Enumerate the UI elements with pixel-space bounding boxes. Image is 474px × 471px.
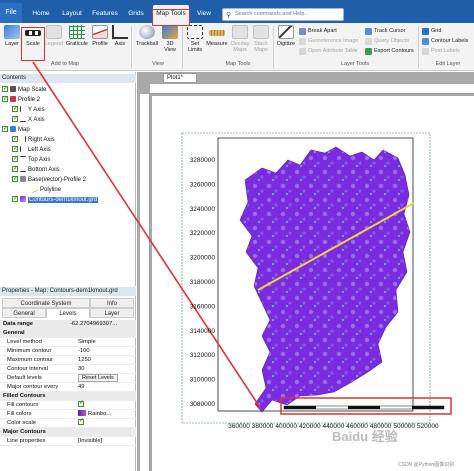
y-tick-label: 3220000 bbox=[190, 230, 216, 237]
x-tick-label: 380000 bbox=[252, 423, 274, 430]
y-tick-label: 3080000 bbox=[190, 401, 216, 408]
y-tick-label: 3140000 bbox=[190, 328, 216, 335]
x-tick-label: 420000 bbox=[299, 423, 321, 430]
y-tick-label: 3200000 bbox=[190, 255, 216, 262]
map-scale-bar[interactable] bbox=[283, 405, 445, 410]
y-tick-label: 3240000 bbox=[190, 206, 216, 213]
y-tick-label: 3280000 bbox=[190, 157, 216, 164]
x-tick-label: 360000 bbox=[228, 423, 250, 430]
y-tick-label: 3120000 bbox=[190, 352, 216, 359]
y-tick-label: 3260000 bbox=[190, 181, 216, 188]
y-tick-label: 3160000 bbox=[190, 303, 216, 310]
credit-text: CSDN @Python图像识别 bbox=[398, 462, 455, 468]
y-tick-label: 3180000 bbox=[190, 279, 216, 286]
map-canvas: 3280000 3260000 3240000 3220000 3200000 31800… bbox=[32, 61, 452, 430]
watermark: Baidu 经验 bbox=[332, 429, 398, 444]
y-tick-label: 3100000 bbox=[190, 377, 216, 384]
x-tick-label: 400000 bbox=[275, 423, 297, 430]
x-tick-label: 520000 bbox=[417, 423, 439, 430]
